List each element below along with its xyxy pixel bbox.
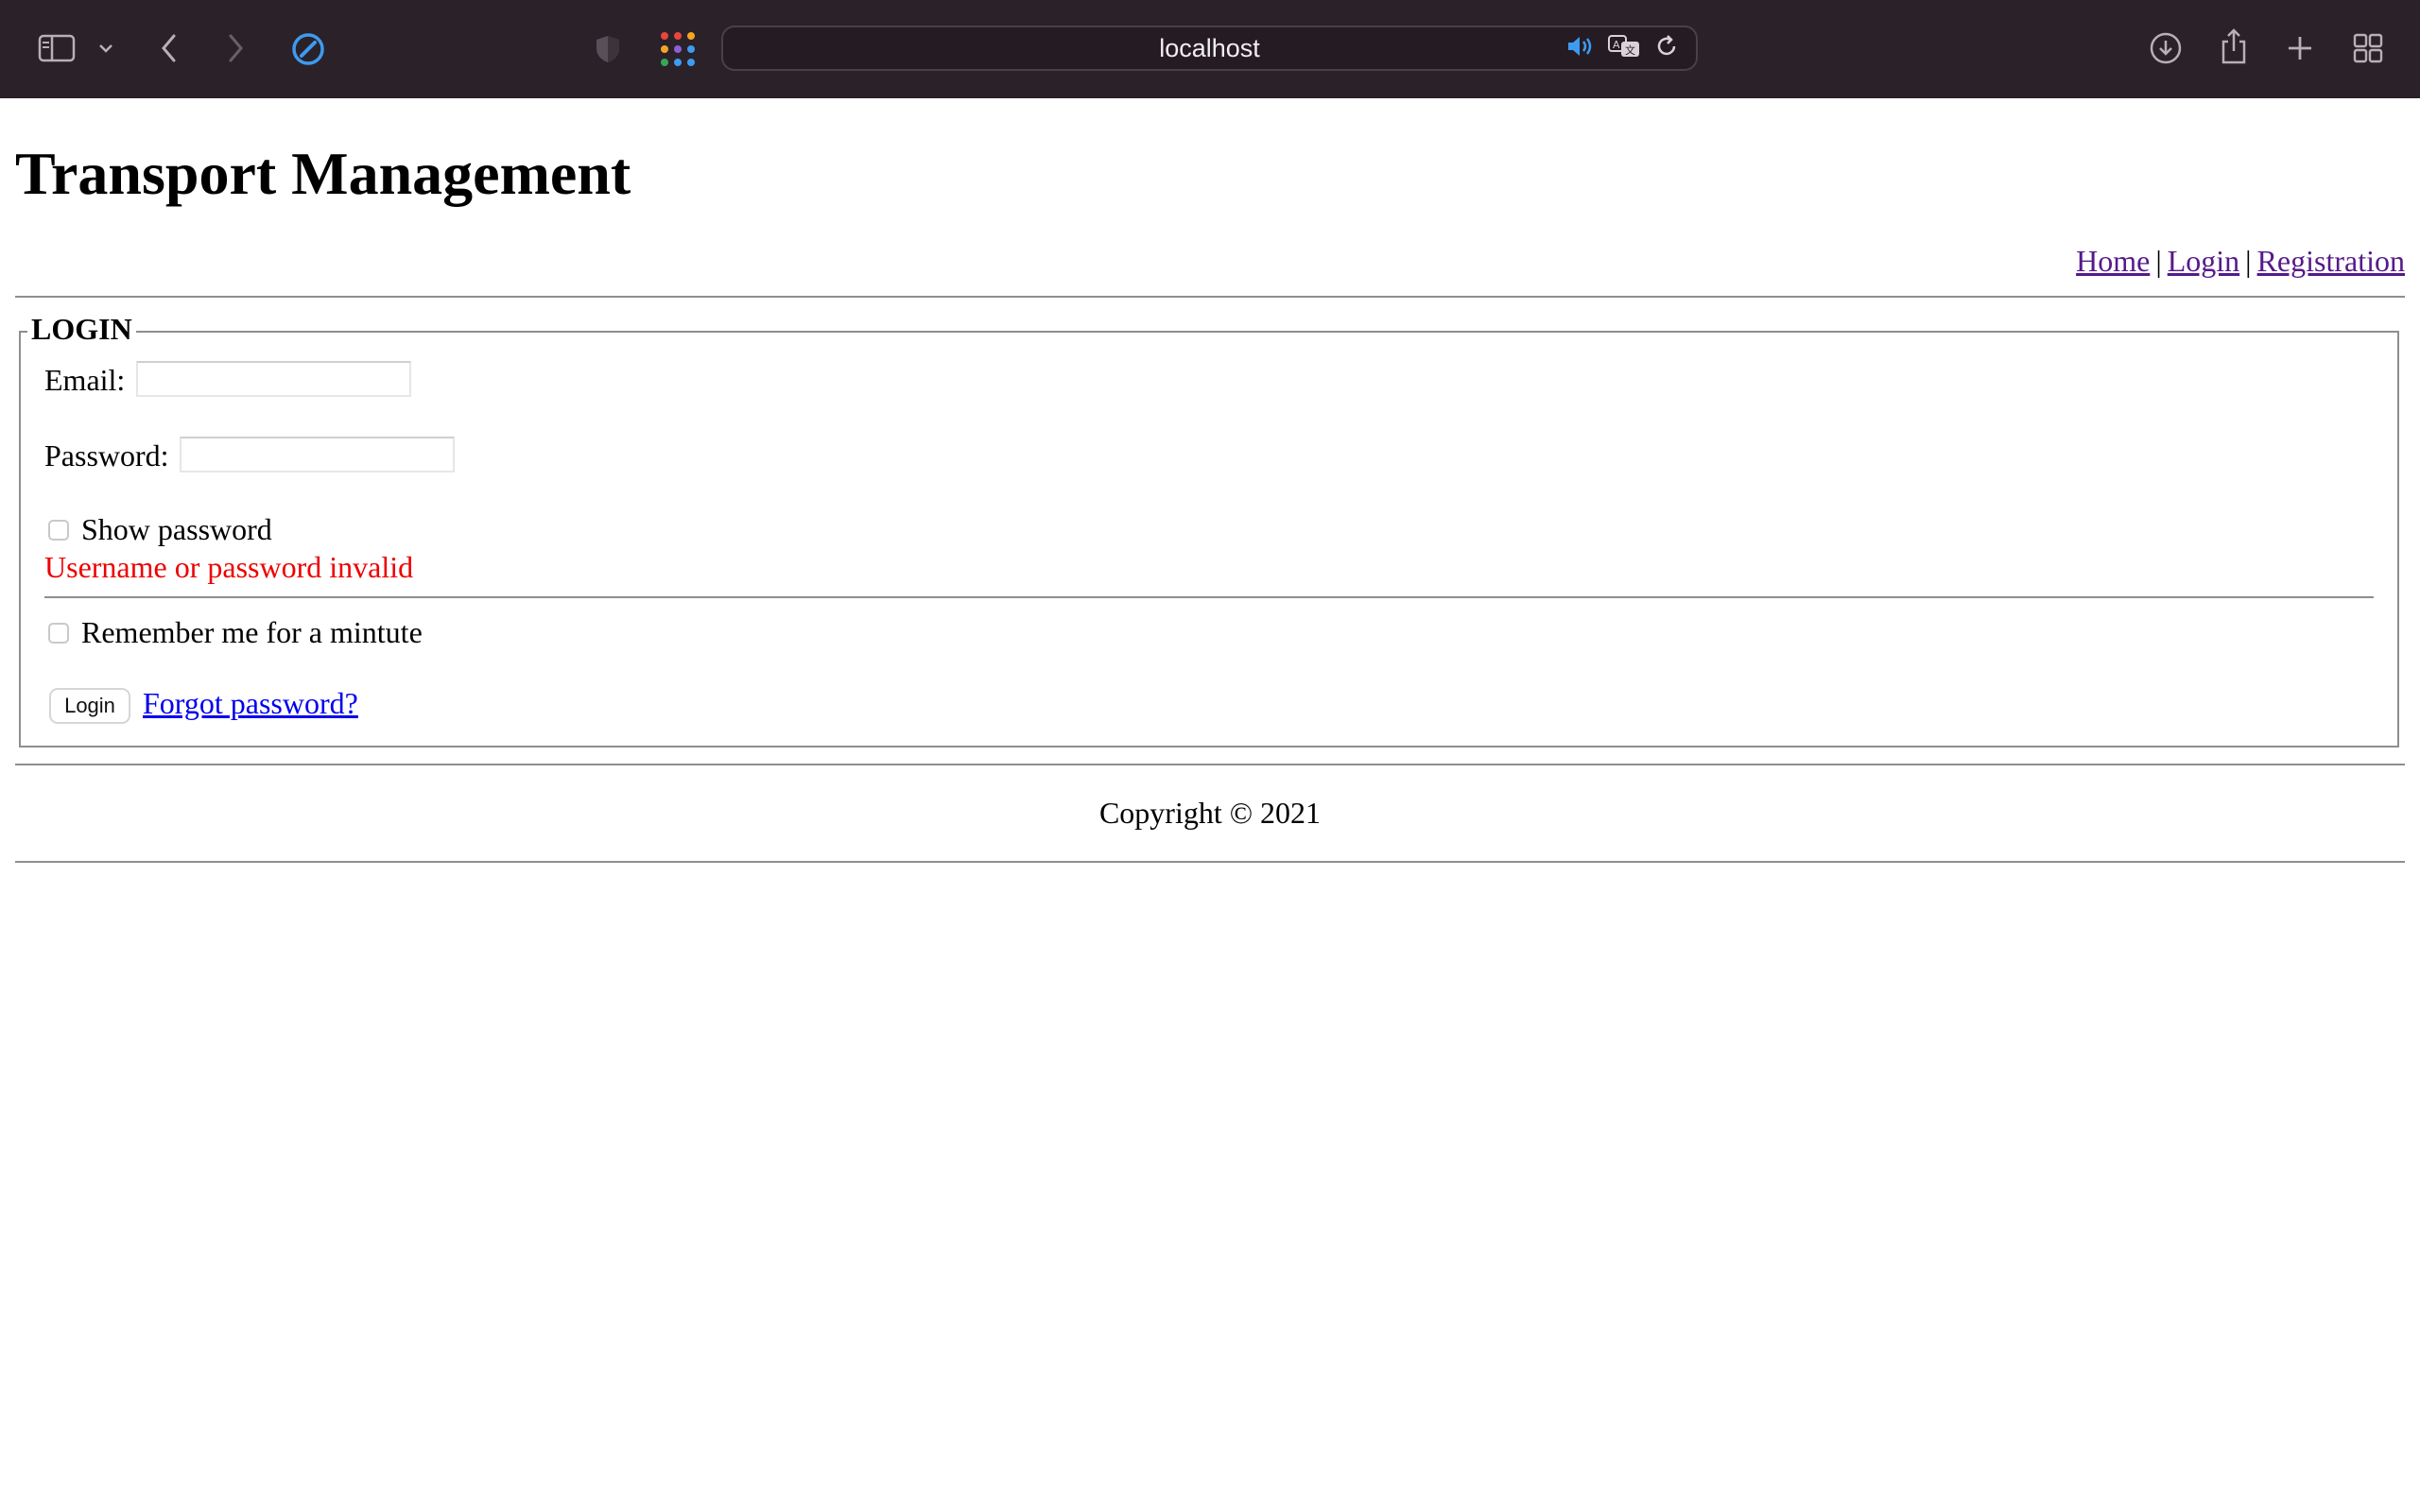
url-text[interactable]: localhost [723, 27, 1696, 69]
remember-me-checkbox[interactable] [48, 623, 69, 644]
login-button[interactable]: Login [49, 688, 130, 724]
tab-overview-icon[interactable] [2352, 32, 2384, 64]
password-field[interactable] [180, 437, 455, 472]
nav-home-link[interactable]: Home [2076, 244, 2150, 278]
email-label: Email: [44, 363, 126, 397]
apps-grid-icon[interactable] [658, 30, 698, 68]
form-divider [44, 596, 2374, 598]
chevron-down-icon[interactable] [95, 38, 117, 59]
browser-toolbar: localhost A文 [0, 0, 2420, 98]
share-icon[interactable] [2218, 26, 2250, 66]
footer-bottom-divider [15, 861, 2405, 863]
new-tab-icon[interactable] [2284, 32, 2316, 64]
email-field[interactable] [136, 361, 411, 397]
address-bar[interactable]: localhost A文 [721, 26, 1698, 71]
download-icon[interactable] [2148, 30, 2184, 66]
error-message: Username or password invalid [44, 550, 414, 584]
nav-registration-link[interactable]: Registration [2257, 244, 2405, 278]
nav-login-link[interactable]: Login [2168, 244, 2239, 278]
back-icon[interactable] [155, 30, 183, 66]
compass-icon[interactable] [289, 30, 327, 68]
login-legend: LOGIN [27, 310, 136, 348]
password-label: Password: [44, 438, 169, 472]
svg-text:A: A [1613, 39, 1620, 51]
speaker-icon[interactable] [1565, 35, 1594, 62]
page-content: Transport Management Home | Login | Registra… [0, 98, 2420, 1512]
header-divider [15, 296, 2405, 298]
nav-separator: | [2155, 244, 2162, 278]
forward-icon[interactable] [221, 30, 250, 66]
translate-icon[interactable]: A文 [1607, 34, 1641, 63]
svg-text:文: 文 [1625, 43, 1635, 57]
reload-icon[interactable] [1654, 34, 1679, 63]
nav-separator: | [2245, 244, 2252, 278]
forgot-password-link[interactable]: Forgot password? [143, 684, 358, 722]
shield-icon[interactable] [592, 32, 624, 66]
remember-me-label: Remember me for a mintute [81, 615, 423, 649]
top-nav: Home | Login | Registration [2076, 242, 2405, 280]
footer-top-divider [15, 764, 2405, 765]
copyright-text: Copyright © 2021 [1098, 796, 1322, 830]
page-title: Transport Management [15, 140, 631, 207]
show-password-label: Show password [81, 512, 272, 546]
show-password-checkbox[interactable] [48, 520, 69, 541]
sidebar-icon[interactable] [36, 32, 78, 64]
